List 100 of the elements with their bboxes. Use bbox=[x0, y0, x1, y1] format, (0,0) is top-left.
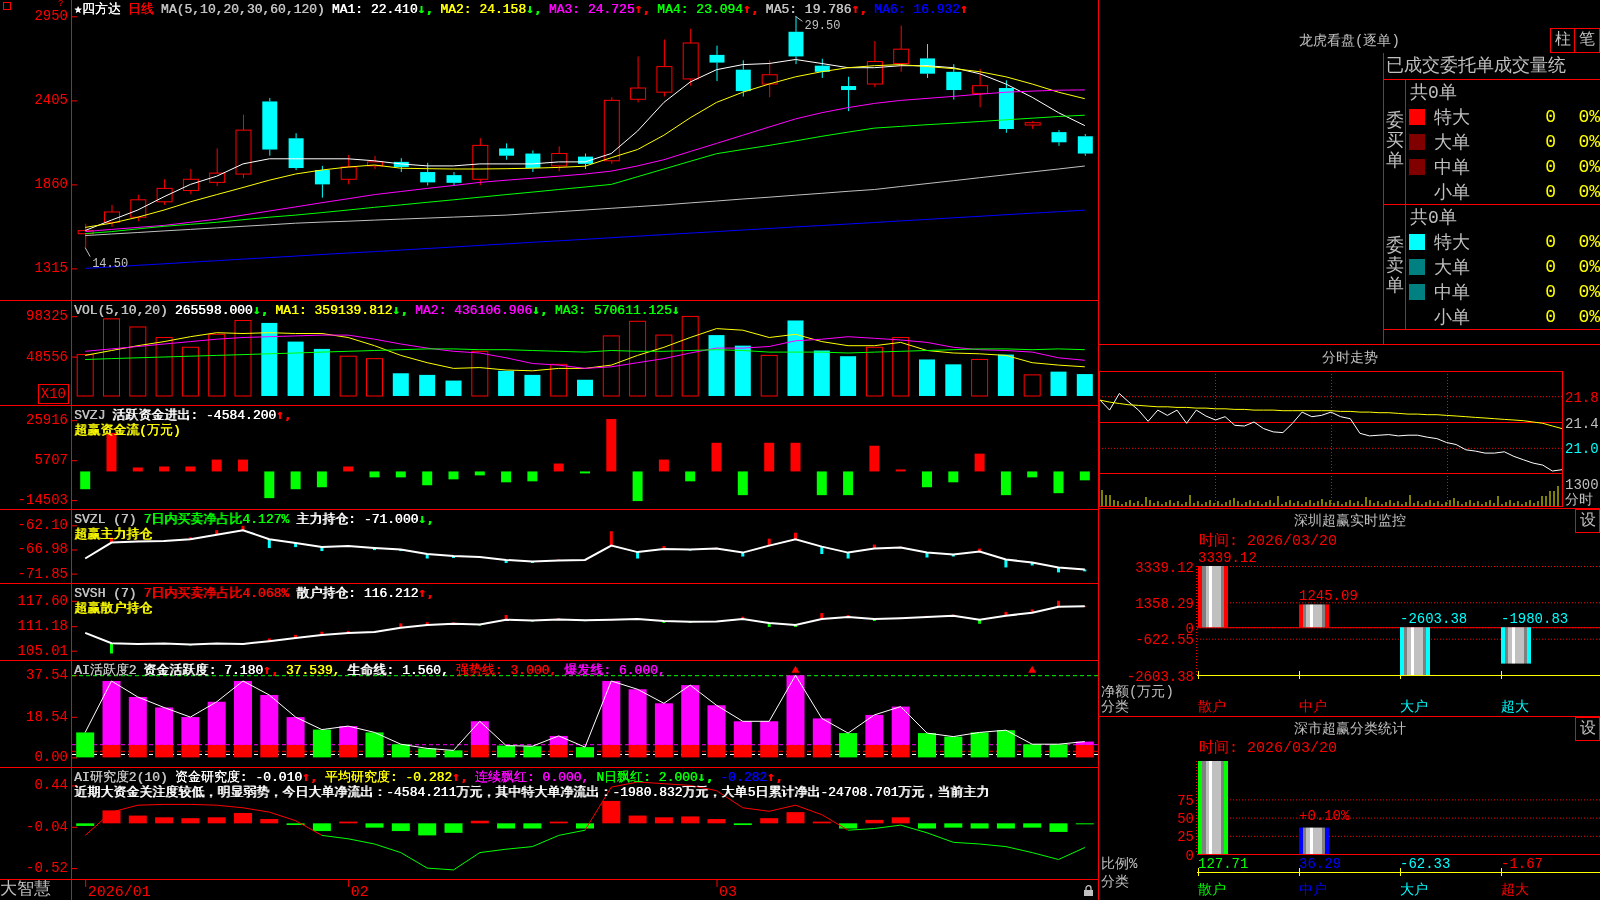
trend-arrow: ↓, bbox=[525, 1, 542, 16]
trend-arrow: ↓, bbox=[532, 302, 548, 317]
trend-arrow: ↓, bbox=[252, 302, 269, 317]
trend-arrow: ↑, bbox=[742, 1, 759, 16]
legend-text: MA2: 24.158 bbox=[440, 2, 526, 17]
value-label: 1245.09 bbox=[1299, 588, 1358, 605]
value-label: -1980.83 bbox=[1501, 611, 1569, 628]
legend-text: 近期大资金关注度较低，明显弱势，今日大单净流出：-4584.211万元，其中特大单净流出：-1980.832万元，大单5日累计净出-24708.701万元，当前主力 bbox=[74, 785, 990, 800]
category-label: 散户 bbox=[1198, 882, 1226, 898]
legend-text: 连续飘红: 0.000, bbox=[474, 770, 590, 785]
legend-text: ★四方达 bbox=[74, 2, 121, 17]
axis-label: 18.54 bbox=[26, 709, 68, 724]
legend-text: AI研究度2(10) bbox=[74, 770, 168, 785]
trend-arrow: ↑, bbox=[302, 769, 318, 784]
legend-text: 资金研究度: -0.010 bbox=[174, 770, 303, 785]
total-label: 共0单 bbox=[1410, 207, 1457, 230]
brand-label: 大智慧 bbox=[0, 880, 51, 900]
order-type: 中单 bbox=[1434, 156, 1471, 179]
axis-label: 50 bbox=[1177, 811, 1194, 828]
legend-text: 超赢散户持仓 bbox=[74, 601, 152, 616]
trend-arrow: ↑, bbox=[418, 585, 434, 600]
order-count: 0 bbox=[1545, 257, 1556, 277]
axis-label: 48556 bbox=[26, 349, 68, 364]
axis-label: -71.85 bbox=[17, 566, 68, 581]
order-count: 0 bbox=[1545, 181, 1556, 202]
order-percent: 0% bbox=[1578, 132, 1600, 152]
legend-text: SVSH (7) bbox=[74, 586, 137, 601]
legend-text: 强势线: 3.000, bbox=[455, 663, 558, 678]
legend-text: SVZL (7) bbox=[74, 512, 137, 527]
section-title: 深圳超赢实时监控 bbox=[1293, 512, 1406, 530]
legend-text: 平均研究度: -0.282 bbox=[324, 770, 453, 785]
axis-title: 比例% bbox=[1101, 856, 1138, 872]
time-label: 时间: 2026/03/20 bbox=[1199, 533, 1338, 550]
trend-arrow: ↓, bbox=[418, 511, 434, 526]
axis-label: -0.52 bbox=[26, 861, 68, 876]
order-type: 大单 bbox=[1434, 257, 1471, 279]
axis-label: 3339.12 bbox=[1135, 559, 1194, 576]
legend-text: 日线 bbox=[127, 2, 154, 17]
category-label: 大户 bbox=[1400, 882, 1428, 898]
price-label: 29.50 bbox=[804, 19, 841, 34]
category-label: 散户 bbox=[1198, 699, 1226, 714]
legend-text: 37.539, bbox=[285, 663, 341, 678]
axis-label: -2603.38 bbox=[1126, 668, 1194, 685]
section-title: 分时走势 bbox=[1321, 349, 1378, 367]
date-label: 02 bbox=[350, 884, 369, 900]
axis-label: -66.98 bbox=[17, 542, 68, 557]
trend-arrow: ↑, bbox=[263, 662, 279, 677]
axis-label: 111.18 bbox=[17, 619, 68, 634]
order-percent: 0% bbox=[1578, 306, 1600, 327]
legend-text: MA4: 23.094 bbox=[657, 2, 743, 17]
category-label: 大户 bbox=[1400, 699, 1428, 714]
axis-label: -14503 bbox=[17, 493, 68, 508]
order-count: 0 bbox=[1545, 107, 1556, 128]
axis-label: 0.44 bbox=[34, 778, 68, 793]
total-label: 共0单 bbox=[1410, 82, 1457, 105]
axis-label: 1358.29 bbox=[1135, 595, 1194, 612]
axis-label: 98325 bbox=[26, 309, 68, 324]
axis-label: 117.60 bbox=[17, 593, 68, 608]
legend-text: VOL(5,10,20) bbox=[74, 303, 168, 318]
value-label: 127.71 bbox=[1198, 856, 1249, 872]
legend-text: 资金活跃度: 7.180 bbox=[143, 663, 263, 678]
order-count: 0 bbox=[1545, 281, 1556, 302]
trend-arrow: ↑, bbox=[276, 407, 292, 422]
trend-arrow: ↓, bbox=[697, 769, 714, 784]
axis-label: 21.8 bbox=[1565, 389, 1599, 406]
order-type: 小单 bbox=[1434, 181, 1471, 204]
legend-text: MA5: 19.786 bbox=[765, 2, 852, 17]
order-count: 0 bbox=[1545, 132, 1556, 152]
axis-label: 21.4 bbox=[1565, 415, 1599, 432]
order-percent: 0% bbox=[1578, 181, 1600, 202]
value-label: -62.33 bbox=[1400, 856, 1451, 872]
order-type: 大单 bbox=[1434, 132, 1471, 154]
trend-arrow: ↑, bbox=[634, 1, 651, 16]
legend-text: MA(5,10,20,30,60,120) bbox=[160, 2, 325, 17]
order-percent: 0% bbox=[1578, 232, 1600, 253]
order-percent: 0% bbox=[1578, 281, 1600, 302]
axis-label: -0.04 bbox=[26, 819, 68, 834]
legend-text: MA3: 570611.125 bbox=[554, 303, 672, 318]
axis-label: 105.01 bbox=[17, 643, 68, 658]
category-label: 中户 bbox=[1299, 699, 1327, 714]
legend-text: 爆发线: 6.000, bbox=[564, 663, 666, 678]
axis-label: 分时 bbox=[1565, 492, 1593, 507]
axis-title: 净额(万元) bbox=[1101, 684, 1174, 700]
legend-text: 超赢资金流(万元) bbox=[74, 423, 181, 438]
value-label: 3339.12 bbox=[1198, 550, 1257, 566]
side-label: 委卖单 bbox=[1385, 237, 1404, 297]
trend-arrow: ↓, bbox=[417, 1, 434, 16]
axis-label: 25 bbox=[1177, 829, 1194, 846]
axis-label: 75 bbox=[1177, 792, 1194, 809]
order-percent: 0% bbox=[1578, 107, 1600, 128]
side-label: 委买单 bbox=[1385, 112, 1404, 172]
axis-title: 分类 bbox=[1101, 699, 1129, 714]
axis-label: 2950 bbox=[34, 9, 68, 24]
trend-arrow: ↓ bbox=[671, 302, 680, 317]
category-label: 超大 bbox=[1501, 699, 1529, 714]
table-title: 已成交委托单成交量统 bbox=[1386, 56, 1566, 76]
value-label: -2603.38 bbox=[1400, 611, 1468, 628]
axis-label: 21.0 bbox=[1565, 441, 1599, 458]
order-count: 0 bbox=[1545, 156, 1556, 177]
category-label: 超大 bbox=[1501, 882, 1529, 898]
